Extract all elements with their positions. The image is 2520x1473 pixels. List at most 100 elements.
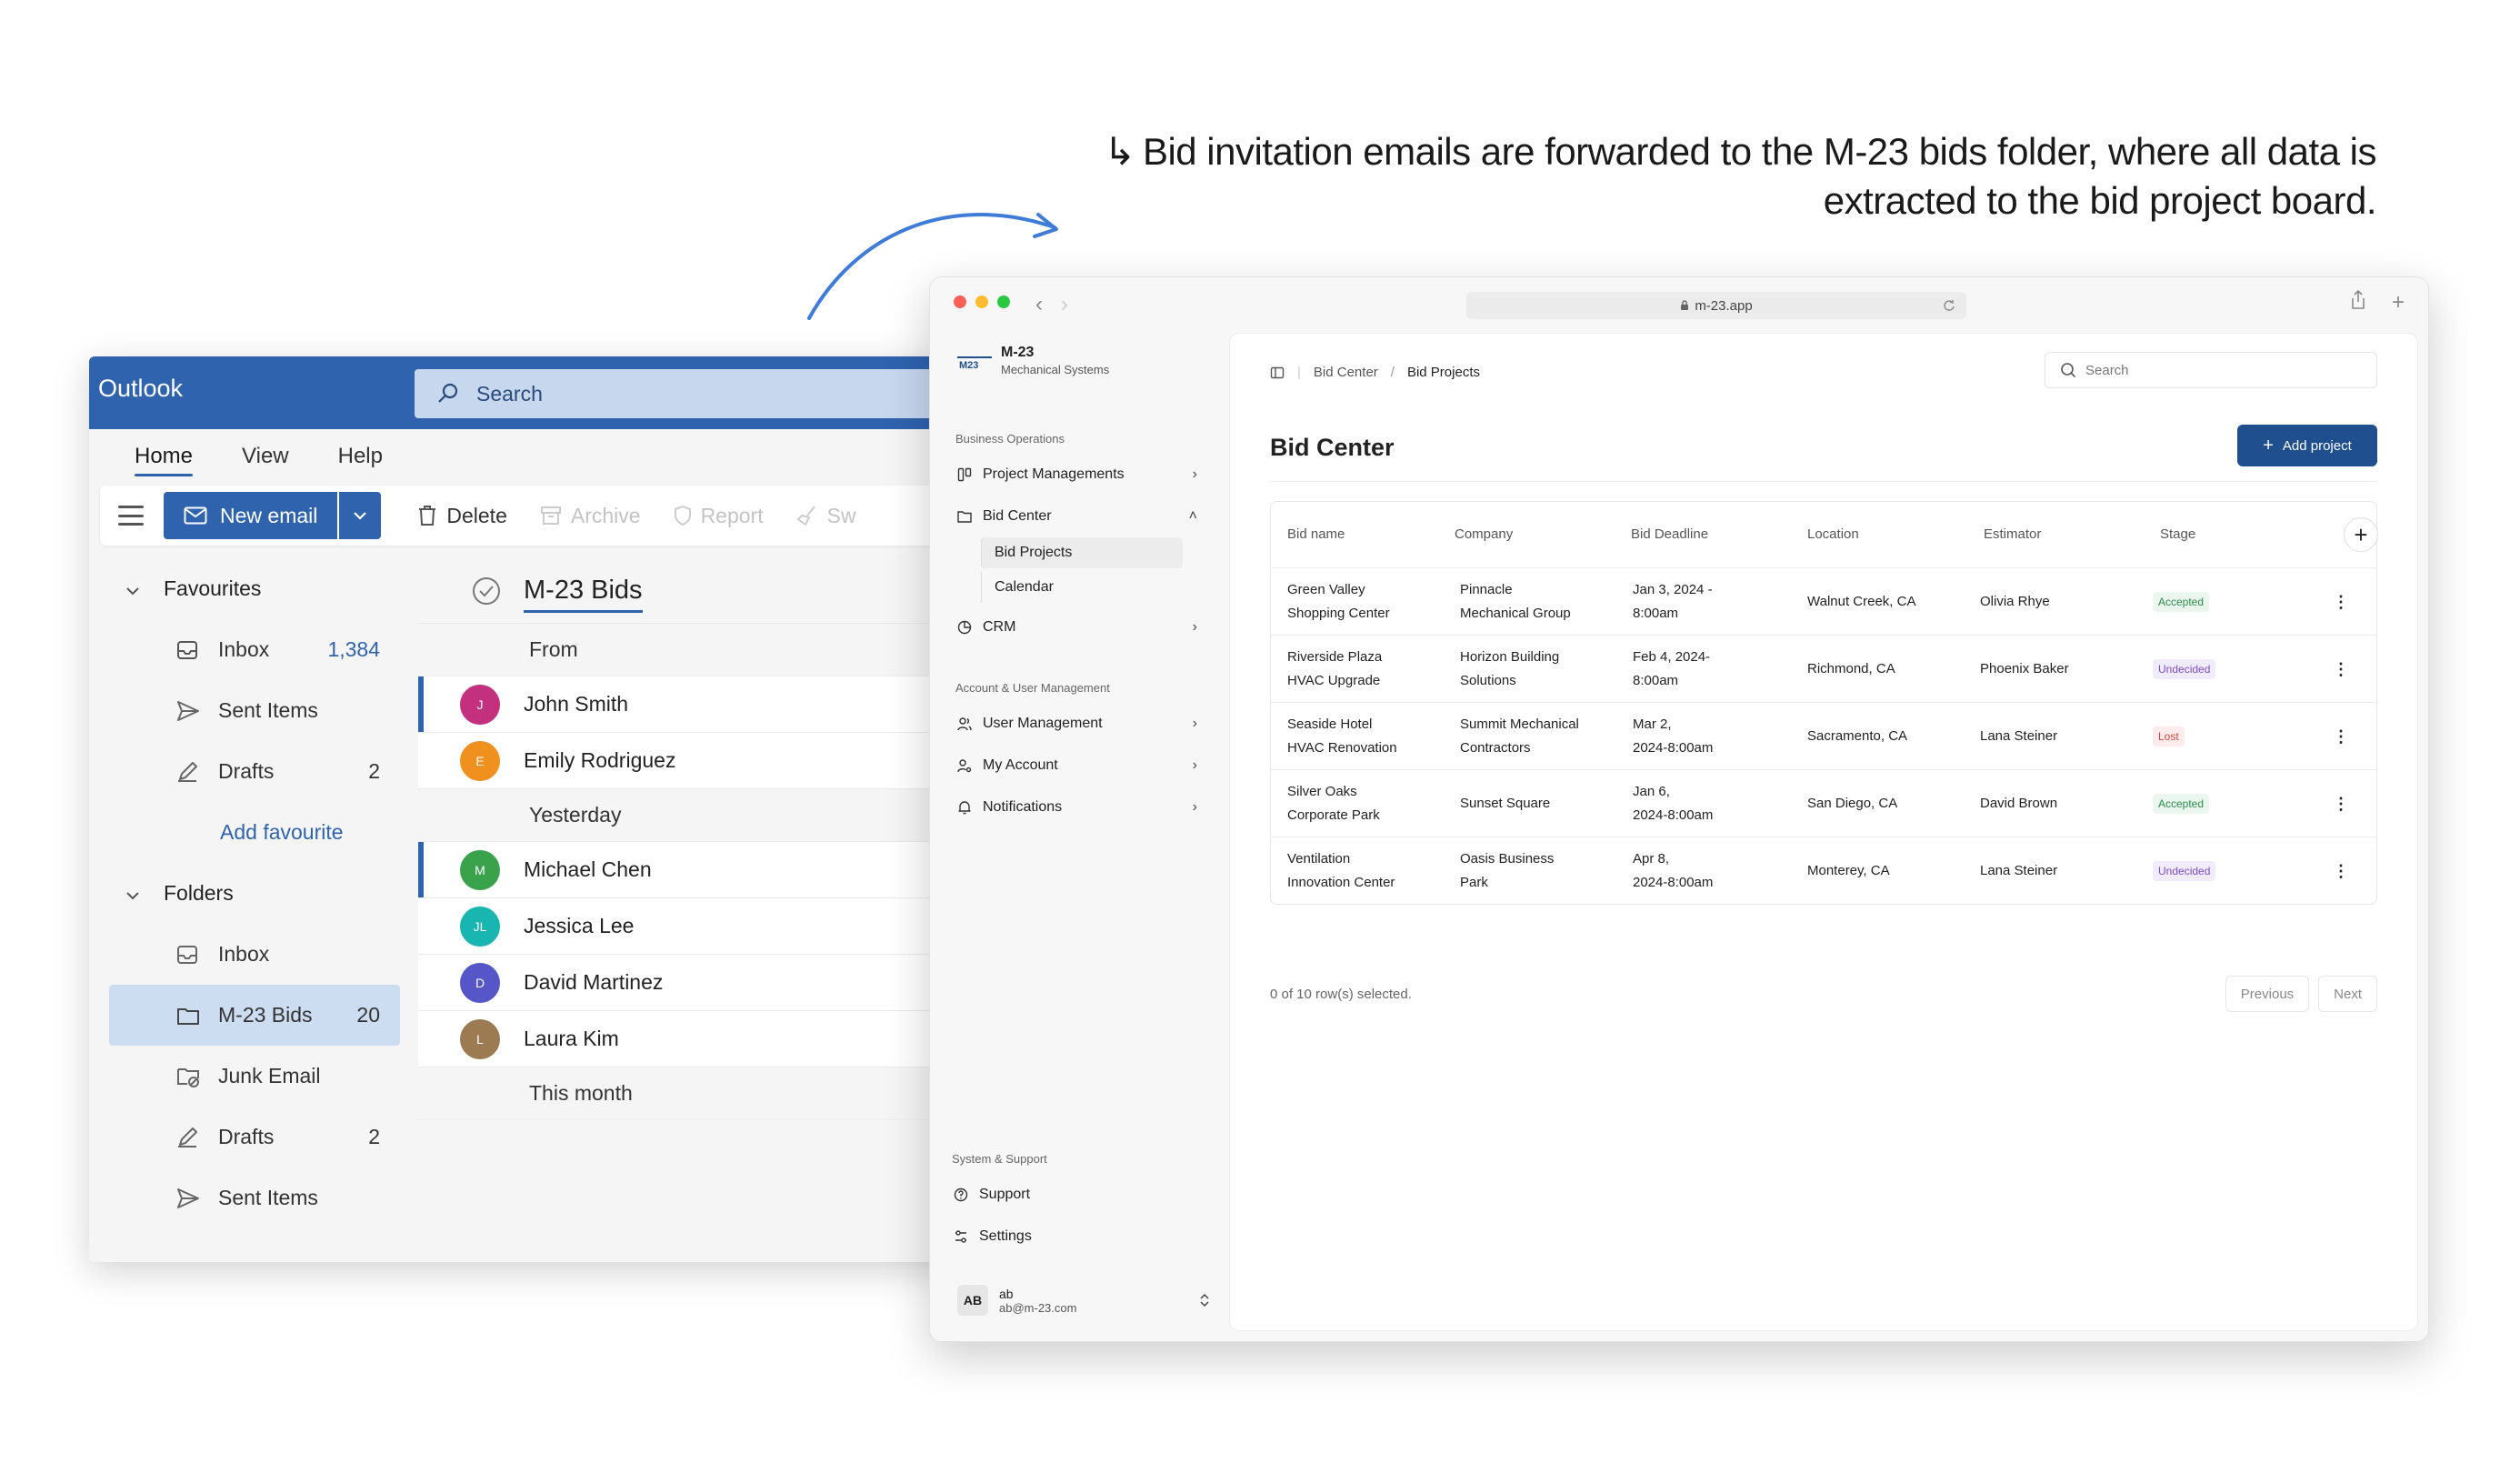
select-all-check-icon[interactable] [471,576,502,606]
user-menu[interactable]: AB ab ab@m-23.com [957,1278,1217,1323]
sidebar-toggle-icon[interactable] [1270,366,1285,380]
header-bid-deadline[interactable]: Bid Deadline [1631,523,1785,546]
table-row[interactable]: Seaside Hotel HVAC Renovation Summit Mech… [1271,702,2376,769]
folder-m23-bids[interactable]: M-23 Bids 20 [109,985,400,1046]
table-row[interactable]: Green Valley Shopping Center Pinnacle Mech… [1271,567,2376,635]
hamburger-menu-icon[interactable] [118,506,144,526]
broom-icon [796,506,815,526]
row-menu-icon[interactable]: ⋮ [2333,725,2349,748]
table-row[interactable]: Ventilation Innovation Center Oasis Busin… [1271,837,2376,904]
close-dot-icon[interactable] [954,296,966,308]
sidebar-label: Support [979,1187,1031,1202]
kanban-icon [957,467,972,482]
user-cog-icon [957,758,972,773]
maximize-dot-icon[interactable] [997,296,1010,308]
folder-inbox[interactable]: Inbox [100,924,400,985]
row-menu-icon[interactable]: ⋮ [2333,859,2349,883]
header-estimator[interactable]: Estimator [1984,523,2147,546]
sidebar-item-bid-center[interactable]: Bid Center ˄ [957,501,1212,532]
new-email-button[interactable]: New email [164,492,338,539]
row-menu-icon[interactable]: ⋮ [2333,590,2349,614]
breadcrumb-bid-center[interactable]: Bid Center [1314,365,1378,380]
table-row[interactable]: Silver Oaks Corporate Park Sunset Square … [1271,769,2376,837]
outlook-brand: Outlook [98,375,184,402]
hook-arrow-icon: ↳ [1104,130,1135,173]
inbox-icon [176,945,202,965]
chevron-down-icon [354,512,367,520]
previous-button[interactable]: Previous [2225,976,2310,1012]
favourites-section[interactable]: Favourites [100,558,400,619]
reload-icon[interactable] [1943,299,1955,312]
inbox-icon [176,640,202,660]
archive-button[interactable]: Archive [540,504,641,528]
sidebar-item-crm[interactable]: CRM › [957,612,1212,643]
share-icon[interactable] [2350,290,2366,310]
send-icon [176,1187,202,1209]
app-sidebar: M23 M-23 Mechanical Systems Business Ope… [930,334,1230,1341]
fav-inbox[interactable]: Inbox 1,384 [100,619,400,680]
cell-company: Oasis Business Park [1460,850,1555,890]
search-input[interactable]: Search [2045,352,2377,388]
header-bid-name[interactable]: Bid name [1287,523,1424,546]
new-email-dropdown[interactable] [337,492,382,539]
cell-estimator: Olivia Rhye [1980,593,2050,609]
url-bar[interactable]: m-23.app [1466,292,1966,319]
row-menu-icon[interactable]: ⋮ [2333,792,2349,816]
header-location[interactable]: Location [1807,523,1971,546]
user-name: ab [999,1286,1014,1301]
sidebar-item-my-account[interactable]: My Account › [957,750,1212,781]
table-header: Bid name Company Bid Deadline Location E… [1271,502,2378,567]
status-badge: Undecided [2153,658,2216,679]
sidebar-item-bid-projects[interactable]: Bid Projects [981,537,1183,568]
delete-button[interactable]: Delete [417,504,507,528]
sidebar-item-notifications[interactable]: Notifications › [957,792,1212,823]
minimize-dot-icon[interactable] [975,296,988,308]
add-column-button[interactable]: + [2344,517,2378,552]
sidebar-item-user-management[interactable]: User Management › [957,708,1212,739]
chevrons-up-down-icon [1200,1293,1209,1308]
row-menu-icon[interactable]: ⋮ [2333,657,2349,681]
tab-help[interactable]: Help [338,436,383,476]
sidebar-item-project-managements[interactable]: Project Managements › [957,459,1212,490]
fav-inbox-count: 1,384 [327,637,380,661]
add-project-button[interactable]: + Add project [2237,425,2377,466]
folder-drafts[interactable]: Drafts 2 [100,1107,400,1167]
sender-name: Michael Chen [524,857,652,881]
header-company[interactable]: Company [1455,523,1609,546]
sidebar-item-support[interactable]: Support [954,1179,1208,1210]
folders-section[interactable]: Folders [100,863,400,924]
fav-drafts[interactable]: Drafts 2 [100,741,400,802]
sidebar-label: Notifications [983,799,1063,815]
cell-stage: Accepted [2153,590,2210,614]
brand: M23 M-23 Mechanical Systems [957,345,1109,376]
folder-drafts-count: 2 [368,1125,380,1148]
chevron-right-icon: › [1192,757,1197,773]
sidebar-label: User Management [983,716,1103,731]
cell-location: Walnut Creek, CA [1807,593,1916,609]
fav-sent-items[interactable]: Sent Items [100,680,400,741]
browser-titlebar: ‹ › m-23.app + [930,277,2428,334]
cell-company: Sunset Square [1460,795,1551,811]
tab-view[interactable]: View [242,436,289,476]
forward-icon[interactable]: › [1061,292,1068,317]
sidebar-item-calendar[interactable]: Calendar [981,572,1183,603]
add-favourite-link[interactable]: Add favourite [100,802,400,863]
archive-icon [540,506,561,525]
sidebar-item-settings[interactable]: Settings [954,1221,1208,1252]
tab-home[interactable]: Home [135,436,194,476]
header-stage[interactable]: Stage [2160,523,2195,546]
folder-sent-items[interactable]: Sent Items [100,1167,400,1228]
next-button[interactable]: Next [2318,976,2377,1012]
section-account: Account & User Management [955,681,1110,695]
cell-location: Richmond, CA [1807,660,1895,676]
sweep-button[interactable]: Sw [796,504,856,528]
table-row[interactable]: Riverside Plaza HVAC Upgrade Horizon Buil… [1271,635,2376,702]
cell-deadline: Feb 4, 2024- 8:00am [1633,648,1711,688]
help-circle-icon [954,1187,968,1202]
selection-count: 0 of 10 row(s) selected. [1270,987,1412,1002]
back-icon[interactable]: ‹ [1035,292,1043,317]
folder-junk[interactable]: Junk Email [100,1046,400,1107]
bid-table: Bid name Company Bid Deadline Location E… [1270,501,2378,905]
new-tab-icon[interactable]: + [2392,290,2405,316]
report-button[interactable]: Report [674,504,764,528]
